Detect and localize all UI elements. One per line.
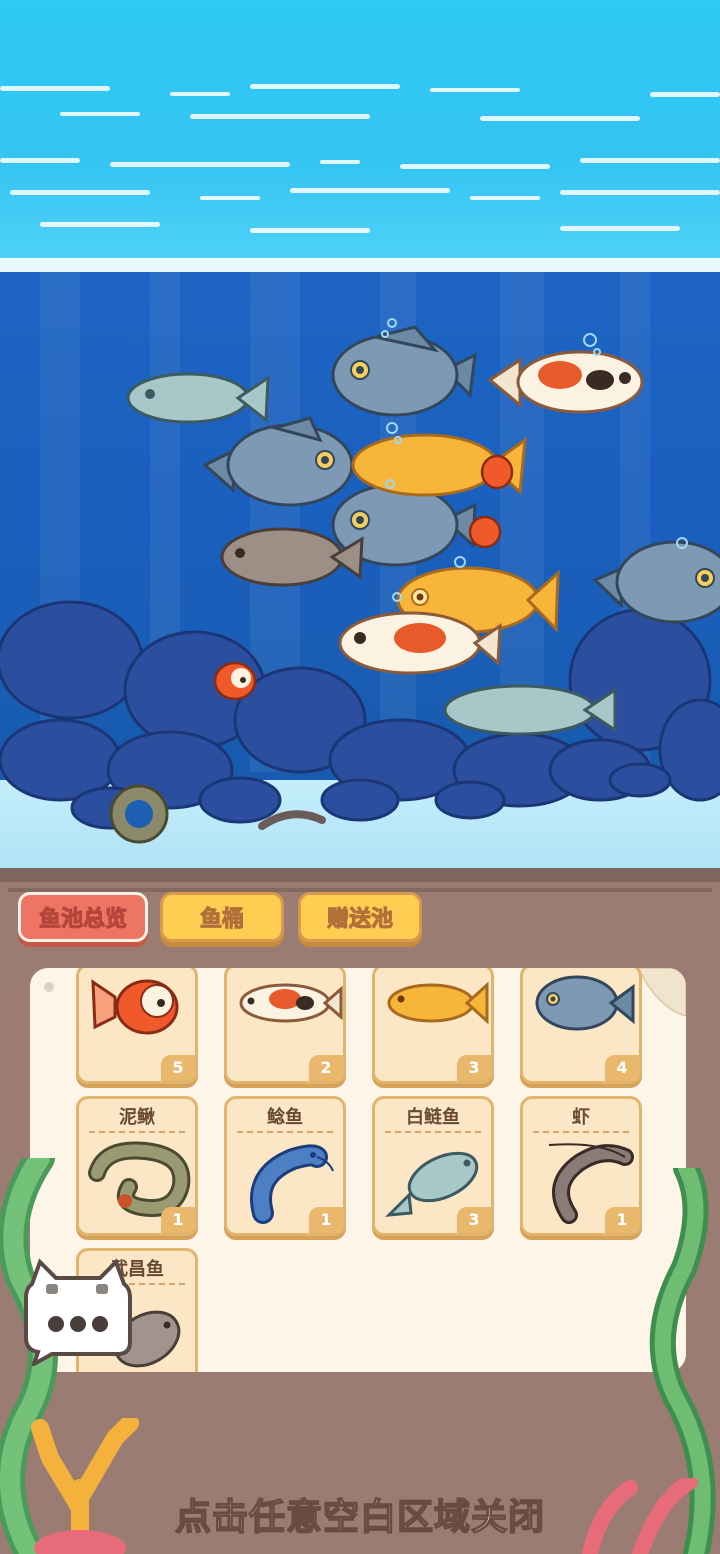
fish-count: 3 bbox=[457, 1207, 491, 1233]
fish-crucian-4 bbox=[592, 540, 720, 624]
card-divider bbox=[237, 1131, 333, 1133]
fish-card-loach[interactable]: 泥鳅 1 bbox=[76, 1096, 198, 1236]
fish-silver-1 bbox=[126, 372, 270, 424]
card-divider bbox=[89, 1131, 185, 1133]
fish-goldfish-3 bbox=[480, 454, 514, 490]
fish-name: 白鲢鱼 bbox=[406, 1107, 460, 1128]
tab-pond-overview-label: 鱼池总览 bbox=[38, 907, 127, 933]
fish-panel: 鱼池总览 鱼桶 赠送池 5 2 3 4 泥鳅 1 鲶鱼 1 白鲢鱼 3 虾 1 … bbox=[0, 868, 720, 1554]
fish-card-catfish[interactable]: 鲶鱼 1 bbox=[224, 1096, 346, 1236]
panel-top-border bbox=[0, 868, 720, 882]
fish-name: 泥鳅 bbox=[119, 1107, 155, 1128]
aquarium-art bbox=[0, 84, 720, 844]
goldfish-icon bbox=[91, 979, 179, 1035]
fish-goldfish-2 bbox=[468, 515, 502, 549]
card-pin bbox=[44, 982, 54, 992]
koi-icon bbox=[239, 983, 343, 1023]
fish-shrimp bbox=[258, 810, 326, 830]
fish-card-goldfish[interactable]: 5 bbox=[76, 968, 198, 1084]
fish-count: 4 bbox=[605, 1055, 639, 1081]
fish-crucian-2 bbox=[202, 416, 354, 507]
fish-card-golden-carp[interactable]: 3 bbox=[372, 968, 494, 1084]
chat-bubble-button[interactable] bbox=[22, 1258, 134, 1366]
crucian-carp-icon bbox=[535, 975, 635, 1031]
fish-count: 3 bbox=[457, 1055, 491, 1081]
fish-goldfish-1 bbox=[213, 661, 257, 701]
fish-card-koi[interactable]: 2 bbox=[224, 968, 346, 1084]
fish-name: 虾 bbox=[572, 1107, 590, 1128]
card-divider bbox=[385, 1131, 481, 1133]
golden-carp-icon bbox=[387, 981, 489, 1025]
card-divider bbox=[533, 1131, 629, 1133]
tab-gift-pond[interactable]: 赠送池 bbox=[298, 892, 422, 942]
close-hint-text: 点击任意空白区域关闭 bbox=[174, 1496, 545, 1539]
fish-count: 5 bbox=[161, 1055, 195, 1081]
tab-pond-overview[interactable]: 鱼池总览 bbox=[18, 892, 148, 942]
fish-count: 1 bbox=[309, 1207, 343, 1233]
fish-name: 鲶鱼 bbox=[267, 1107, 303, 1128]
fish-crucian-1 bbox=[331, 325, 477, 417]
fish-count: 1 bbox=[161, 1207, 195, 1233]
fish-count: 1 bbox=[605, 1207, 639, 1233]
tab-fish-bucket-label: 鱼桶 bbox=[199, 907, 244, 933]
tab-fish-bucket[interactable]: 鱼桶 bbox=[160, 892, 284, 942]
tab-gift-pond-label: 赠送池 bbox=[326, 907, 393, 933]
fish-card-silver-carp[interactable]: 白鲢鱼 3 bbox=[372, 1096, 494, 1236]
fish-count: 2 bbox=[309, 1055, 343, 1081]
fish-loach bbox=[109, 784, 169, 844]
fish-card-shrimp[interactable]: 虾 1 bbox=[520, 1096, 642, 1236]
page-curl bbox=[638, 968, 686, 1016]
aquarium-scene[interactable] bbox=[0, 0, 720, 868]
fish-card-crucian-carp[interactable]: 4 bbox=[520, 968, 642, 1084]
ripples bbox=[0, 84, 720, 233]
